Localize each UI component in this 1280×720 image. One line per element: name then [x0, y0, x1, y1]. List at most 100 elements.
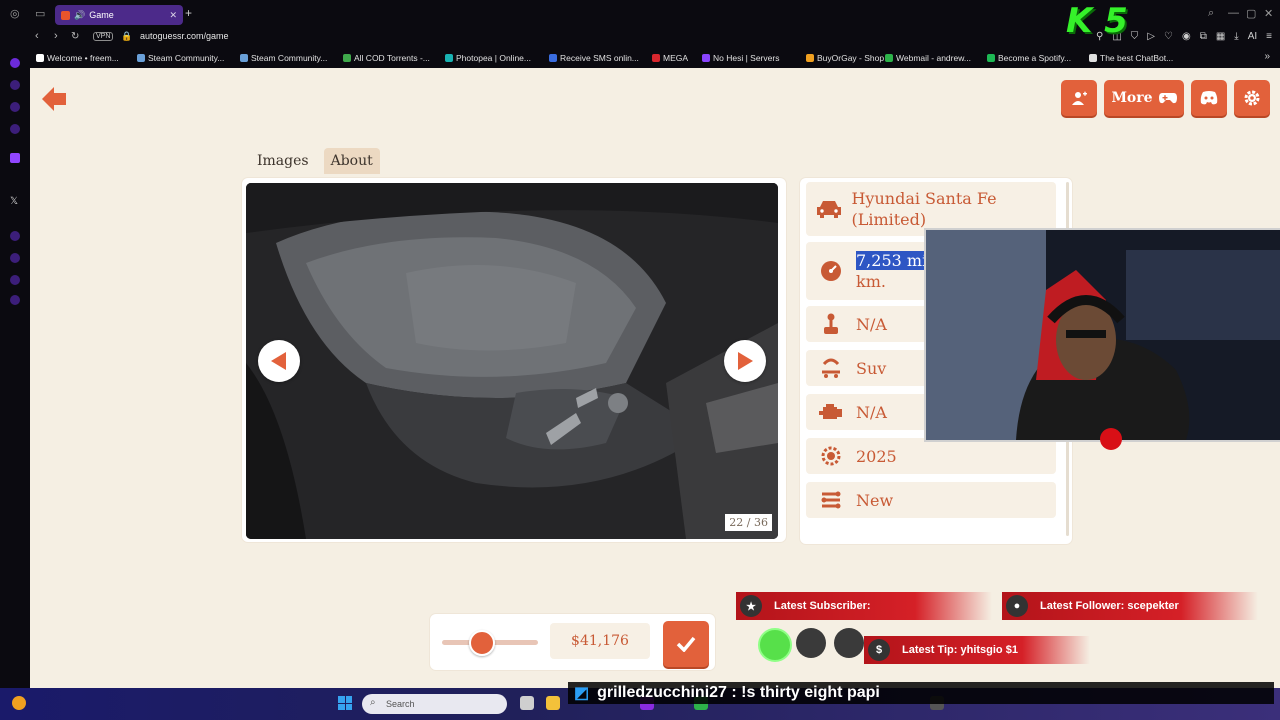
bookmark-favicon-icon: [240, 54, 248, 62]
sidebar-pin-icon[interactable]: [10, 295, 20, 305]
bookmark-favicon-icon: [806, 54, 814, 62]
autoguessr-favicon-icon: [61, 10, 70, 20]
download-icon[interactable]: ⤓: [1234, 31, 1238, 42]
sidebar-spotify-icon[interactable]: [10, 231, 20, 241]
mileage-value: 7,253 mi: [856, 251, 928, 270]
arrow-right-icon: [738, 352, 753, 370]
back-icon[interactable]: ‹: [35, 30, 39, 42]
bookmark-label: Steam Community...: [148, 53, 225, 63]
bookmark-label: Welcome • freem...: [47, 53, 119, 63]
sidebar-x-icon[interactable]: 𝕏: [10, 196, 18, 207]
bookmark-item[interactable]: The best ChatBot...: [1089, 53, 1173, 63]
file-explorer-icon[interactable]: [546, 696, 560, 710]
mileage-unit: km.: [856, 272, 886, 291]
chat-icon: ◩: [574, 685, 590, 702]
profile-button[interactable]: [1061, 80, 1097, 116]
start-icon[interactable]: [338, 696, 352, 710]
bookmark-item[interactable]: Webmail - andrew...: [885, 53, 971, 63]
detail-row-year: 2025: [806, 438, 1056, 474]
bookmarks-overflow-icon[interactable]: »: [1264, 51, 1270, 62]
latest-follower-label: Latest Follower:: [1040, 600, 1125, 612]
bookmark-label: Photopea | Online...: [456, 53, 531, 63]
lock-icon[interactable]: 🔒: [121, 31, 132, 42]
detail-row-condition: New: [806, 482, 1056, 518]
bookmark-item[interactable]: BuyOrGay - Shop: [806, 53, 884, 63]
latest-follower-name: scepekter: [1127, 600, 1179, 612]
bookmark-item[interactable]: No Hesi | Servers: [702, 53, 779, 63]
url-field[interactable]: autoguessr.com/game: [140, 31, 229, 41]
sidebar-twitch-icon[interactable]: [10, 153, 20, 163]
sidebar-messenger-icon[interactable]: [10, 80, 20, 90]
search-icon: ⌕: [370, 697, 376, 708]
gear-icon: [1244, 90, 1260, 106]
sidebar-aria-icon[interactable]: [10, 58, 20, 68]
ai-icon[interactable]: AI: [1248, 31, 1257, 42]
forward-icon[interactable]: ›: [54, 30, 58, 42]
bookmark-item[interactable]: Become a Spotify...: [987, 53, 1071, 63]
tab-about[interactable]: About: [323, 148, 380, 174]
minimize-icon[interactable]: —: [1228, 7, 1239, 19]
more-button[interactable]: More: [1104, 80, 1184, 116]
close-tab-icon[interactable]: ✕: [169, 10, 177, 21]
search-placeholder: Search: [386, 699, 415, 709]
opera-menu-icon[interactable]: ◎: [10, 7, 20, 20]
bookmark-favicon-icon: [343, 54, 351, 62]
speaker-icon[interactable]: 🔊: [74, 10, 85, 21]
back-arrow-button[interactable]: [40, 84, 70, 114]
bookmark-favicon-icon: [445, 54, 453, 62]
reload-icon[interactable]: ↻: [71, 31, 79, 42]
speedometer-icon: [821, 261, 841, 281]
bookmark-item[interactable]: All COD Torrents -...: [343, 53, 430, 63]
next-image-button[interactable]: [724, 340, 766, 382]
previous-image-button[interactable]: [258, 340, 300, 382]
bookmark-item[interactable]: Steam Community...: [240, 53, 327, 63]
new-tab-button[interactable]: +: [185, 6, 192, 20]
latest-follower-banner: ● Latest Follower: scepekter: [1002, 592, 1258, 620]
search-tabs-icon[interactable]: ⌕: [1208, 7, 1214, 20]
bookmark-favicon-icon: [885, 54, 893, 62]
weather-icon[interactable]: [12, 696, 26, 710]
avatar[interactable]: ▦: [1216, 31, 1225, 42]
tab-images[interactable]: Images: [250, 148, 316, 174]
bookmark-item[interactable]: Welcome • freem...: [36, 53, 119, 63]
sidebar-settings-icon[interactable]: [10, 275, 20, 285]
shield-icon[interactable]: ⛉: [1131, 31, 1139, 42]
submit-guess-button[interactable]: [663, 621, 709, 667]
play-icon[interactable]: ▷: [1147, 31, 1155, 42]
browser-tab-bar: ◎ ▭ 🔊 Game ✕ + K 5 ⌕ — ▢ ✕: [0, 0, 1280, 38]
body-type-value: Suv: [856, 358, 887, 378]
gear-shift-icon: [824, 313, 838, 334]
account-icon[interactable]: ◉: [1182, 31, 1191, 42]
tab-game[interactable]: 🔊 Game ✕: [55, 5, 183, 25]
close-window-icon[interactable]: ✕: [1264, 7, 1273, 20]
engine-value: N/A: [856, 402, 887, 422]
discord-button[interactable]: [1191, 80, 1227, 116]
status-green-indicator: [758, 628, 792, 662]
price-value: $41,176: [550, 623, 650, 659]
sidebar-instagram-icon[interactable]: [10, 124, 20, 134]
bookmark-item[interactable]: Photopea | Online...: [445, 53, 531, 63]
sidebar-history-icon[interactable]: [10, 253, 20, 263]
bookmark-item[interactable]: MEGA: [652, 53, 688, 63]
extensions-icon[interactable]: ⧉: [1200, 31, 1207, 42]
latest-tip-value: yhitsgio $1: [960, 644, 1018, 656]
menu-icon[interactable]: ≡: [1266, 31, 1272, 42]
status-off-indicator: [834, 628, 864, 658]
heart-icon[interactable]: ♡: [1164, 31, 1173, 42]
vpn-badge[interactable]: VPN: [93, 32, 114, 41]
star-icon: ★: [740, 595, 762, 617]
chat-message-bar: ◩ grilledzucchini27 : !s thirty eight pa…: [568, 682, 1274, 704]
taskbar-search-input[interactable]: ⌕ Search: [362, 694, 507, 714]
settings-button[interactable]: [1234, 80, 1270, 116]
latest-subscriber-banner: ★ Latest Subscriber:: [736, 592, 992, 620]
bookmark-item[interactable]: Steam Community...: [137, 53, 224, 63]
maximize-icon[interactable]: ▢: [1246, 7, 1256, 20]
price-guess-bar: $41,176: [430, 614, 715, 670]
sidebar-whatsapp-icon[interactable]: [10, 102, 20, 112]
bookmark-item[interactable]: Receive SMS onlin...: [549, 53, 639, 63]
bookmark-label: BuyOrGay - Shop: [817, 53, 885, 63]
price-slider-handle[interactable]: [469, 630, 496, 656]
task-view-icon[interactable]: [520, 696, 534, 710]
tab-list-icon[interactable]: ▭: [35, 7, 45, 20]
chat-message: grilledzucchini27 : !s thirty eight papi: [597, 684, 880, 701]
